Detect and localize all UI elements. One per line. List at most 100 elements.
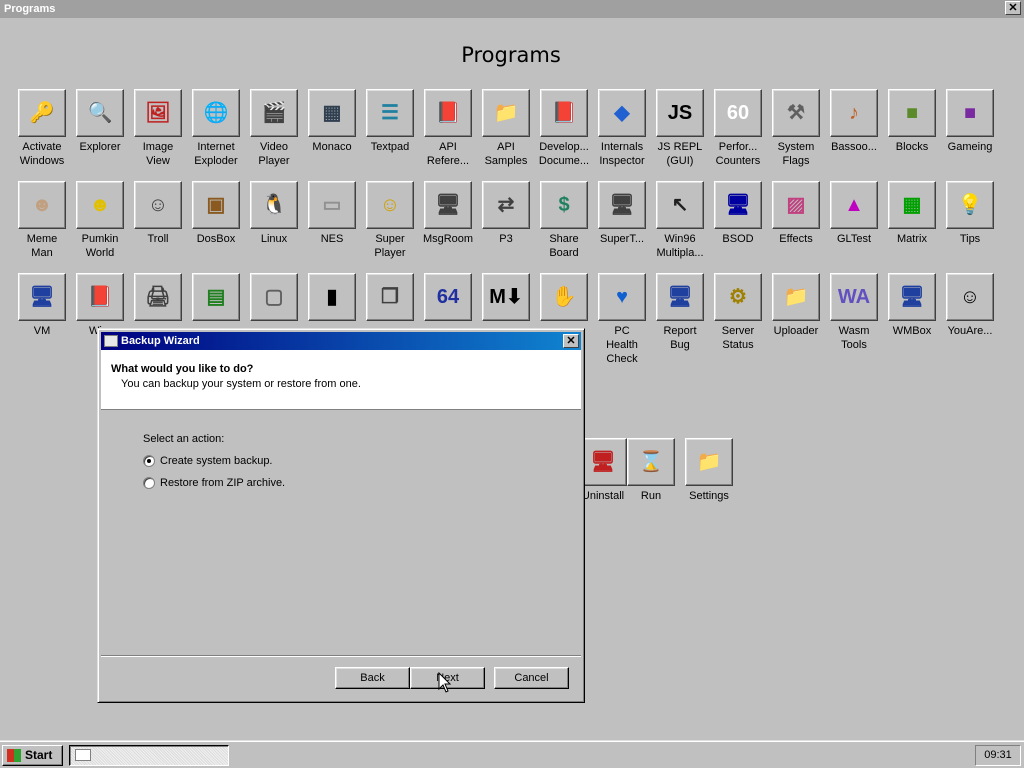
- program-tile[interactable]: ☺ Super Player: [361, 181, 419, 260]
- program-tile[interactable]: JS JS REPL (GUI): [651, 89, 709, 168]
- program-tile[interactable]: M⬇: [477, 273, 535, 324]
- program-button[interactable]: 💡: [946, 181, 994, 229]
- program-button[interactable]: 🖥: [714, 181, 762, 229]
- back-button[interactable]: Back: [335, 667, 410, 689]
- program-button[interactable]: ⚒: [772, 89, 820, 137]
- program-button[interactable]: 🎬: [250, 89, 298, 137]
- radio-restore-zip[interactable]: [143, 477, 155, 489]
- program-button[interactable]: ▦: [308, 89, 356, 137]
- program-tile[interactable]: 🖥 VM: [13, 273, 71, 338]
- program-tile[interactable]: ☻ Pumkin World: [71, 181, 129, 260]
- program-button[interactable]: ☺: [946, 273, 994, 321]
- program-button[interactable]: 🐧: [250, 181, 298, 229]
- program-button[interactable]: ▮: [308, 273, 356, 321]
- program-tile[interactable]: ☺ Troll: [129, 181, 187, 246]
- program-button[interactable]: 📁: [772, 273, 820, 321]
- program-button[interactable]: ☺: [366, 181, 414, 229]
- program-button[interactable]: 🌐: [192, 89, 240, 137]
- program-button[interactable]: ☻: [76, 181, 124, 229]
- program-tile[interactable]: ❐: [361, 273, 419, 324]
- program-tile[interactable]: 📕 Develop... Docume...: [535, 89, 593, 168]
- program-tile[interactable]: ▮: [303, 273, 361, 324]
- program-button[interactable]: 🖥: [598, 181, 646, 229]
- program-tile[interactable]: 📁 Uploader: [767, 273, 825, 338]
- program-tile[interactable]: ☻ Meme Man: [13, 181, 71, 260]
- program-button[interactable]: ☰: [366, 89, 414, 137]
- cancel-button[interactable]: Cancel: [494, 667, 569, 689]
- program-button[interactable]: 📁: [685, 438, 733, 486]
- program-button[interactable]: ♥: [598, 273, 646, 321]
- program-tile[interactable]: 📁 Settings: [680, 438, 738, 503]
- program-button[interactable]: 📕: [76, 273, 124, 321]
- program-button[interactable]: 🔑: [18, 89, 66, 137]
- program-button[interactable]: 📕: [424, 89, 472, 137]
- program-tile[interactable]: 🖼 Image View: [129, 89, 187, 168]
- program-button[interactable]: 🖥: [18, 273, 66, 321]
- program-button[interactable]: ⇄: [482, 181, 530, 229]
- program-button[interactable]: JS: [656, 89, 704, 137]
- window-close-button[interactable]: ✕: [1005, 1, 1021, 15]
- program-tile[interactable]: 💡 Tips: [941, 181, 999, 246]
- program-tile[interactable]: ✋: [535, 273, 593, 324]
- program-button[interactable]: M⬇: [482, 273, 530, 321]
- program-tile[interactable]: ♥ PC Health Check: [593, 273, 651, 366]
- program-tile[interactable]: ▦ Matrix: [883, 181, 941, 246]
- program-button[interactable]: 📕: [540, 89, 588, 137]
- program-tile[interactable]: 🖥 WMBox: [883, 273, 941, 338]
- taskbar-item-backup-wizard[interactable]: [69, 745, 229, 766]
- program-tile[interactable]: 🐧 Linux: [245, 181, 303, 246]
- program-button[interactable]: ☻: [18, 181, 66, 229]
- program-button[interactable]: 🖼: [134, 89, 182, 137]
- program-tile[interactable]: ⇄ P3: [477, 181, 535, 246]
- option-create-backup[interactable]: Create system backup.: [143, 450, 285, 472]
- radio-create-backup[interactable]: [143, 455, 155, 467]
- program-tile[interactable]: 📁 API Samples: [477, 89, 535, 168]
- program-tile[interactable]: ▭ NES: [303, 181, 361, 246]
- program-tile[interactable]: ▤: [187, 273, 245, 324]
- program-tile[interactable]: 🖥 Report Bug: [651, 273, 709, 352]
- program-button[interactable]: ♪: [830, 89, 878, 137]
- program-tile[interactable]: $ Share Board: [535, 181, 593, 260]
- program-tile[interactable]: ▦ Monaco: [303, 89, 361, 154]
- program-tile[interactable]: 60 Perfor... Counters: [709, 89, 767, 168]
- program-tile[interactable]: ☺ YouAre...: [941, 273, 999, 338]
- program-tile[interactable]: 🔑 Activate Windows: [13, 89, 71, 168]
- program-tile[interactable]: ▣ DosBox: [187, 181, 245, 246]
- program-button[interactable]: ▦: [888, 181, 936, 229]
- program-button[interactable]: 📁: [482, 89, 530, 137]
- program-tile[interactable]: ⚒ System Flags: [767, 89, 825, 168]
- program-tile[interactable]: ⚙ Server Status: [709, 273, 767, 352]
- program-button[interactable]: ▣: [192, 181, 240, 229]
- program-tile[interactable]: 🖥 MsgRoom: [419, 181, 477, 246]
- program-tile[interactable]: 64: [419, 273, 477, 324]
- program-tile[interactable]: ⌛ Run: [622, 438, 680, 503]
- start-button[interactable]: Start: [2, 745, 63, 766]
- program-button[interactable]: 🖥: [424, 181, 472, 229]
- program-button[interactable]: ⚙: [714, 273, 762, 321]
- program-button[interactable]: ■: [946, 89, 994, 137]
- dialog-close-button[interactable]: ✕: [563, 334, 579, 348]
- program-button[interactable]: $: [540, 181, 588, 229]
- program-tile[interactable]: ■ Gameing: [941, 89, 999, 154]
- program-button[interactable]: ■: [888, 89, 936, 137]
- program-button[interactable]: 🖥: [888, 273, 936, 321]
- program-button[interactable]: 🖥: [579, 438, 627, 486]
- program-tile[interactable]: ↖ Win96 Multipla...: [651, 181, 709, 260]
- program-button[interactable]: ☺: [134, 181, 182, 229]
- program-button[interactable]: ❐: [366, 273, 414, 321]
- program-button[interactable]: 🖨: [134, 273, 182, 321]
- program-button[interactable]: ▭: [308, 181, 356, 229]
- program-tile[interactable]: 📕 API Refere...: [419, 89, 477, 168]
- program-tile[interactable]: ▲ GLTest: [825, 181, 883, 246]
- program-button[interactable]: ▨: [772, 181, 820, 229]
- program-tile[interactable]: 🌐 Internet Exploder: [187, 89, 245, 168]
- program-button[interactable]: ▤: [192, 273, 240, 321]
- program-tile[interactable]: 🔍 Explorer: [71, 89, 129, 154]
- program-button[interactable]: ▲: [830, 181, 878, 229]
- program-tile[interactable]: 🖥 BSOD: [709, 181, 767, 246]
- program-button[interactable]: 🔍: [76, 89, 124, 137]
- program-tile[interactable]: ◆ Internals Inspector: [593, 89, 651, 168]
- program-tile[interactable]: WA Wasm Tools: [825, 273, 883, 352]
- program-button[interactable]: ◆: [598, 89, 646, 137]
- program-tile[interactable]: ▨ Effects: [767, 181, 825, 246]
